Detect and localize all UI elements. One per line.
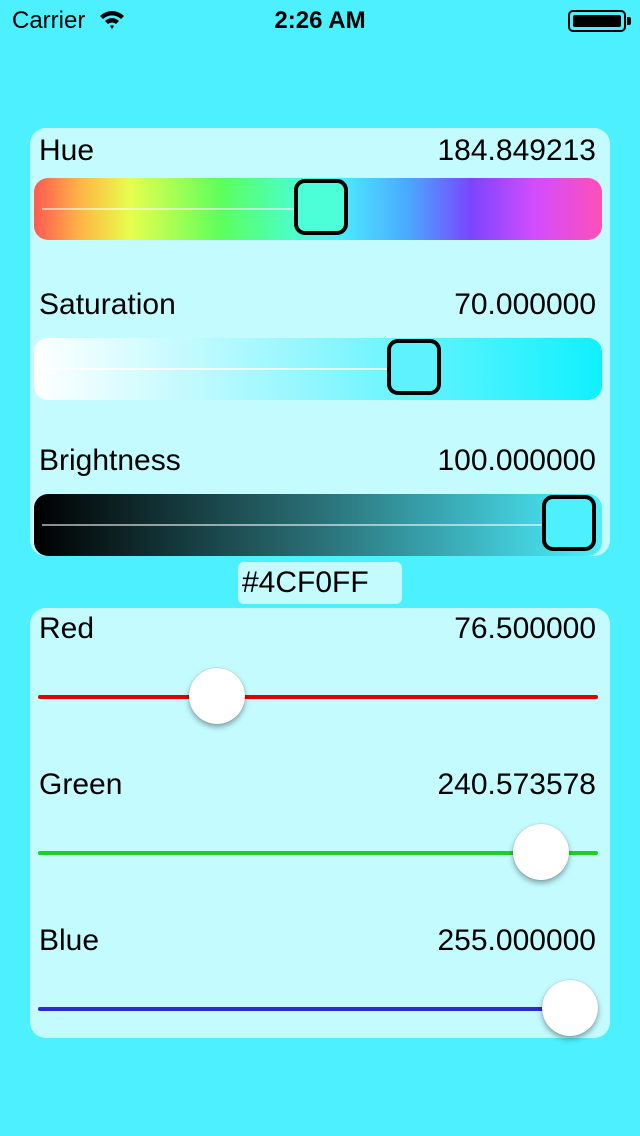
green-label: Green [39, 768, 123, 801]
battery-icon [568, 10, 631, 32]
blue-value: 255.000000 [437, 924, 597, 957]
status-bar: Carrier 2:26 AM [0, 0, 640, 40]
saturation-label: Saturation [39, 288, 176, 321]
green-value: 240.573578 [437, 768, 597, 801]
brightness-slider-thumb[interactable] [542, 495, 596, 551]
hue-value: 184.849213 [437, 134, 597, 167]
hue-slider[interactable] [34, 178, 602, 240]
brightness-value: 100.000000 [437, 444, 597, 477]
hue-slider-line [42, 208, 326, 210]
rgb-panel: Red 76.500000 Green 240.573578 Blue 255.… [30, 608, 610, 1038]
blue-slider-thumb[interactable] [542, 980, 598, 1036]
red-label: Red [39, 612, 95, 645]
saturation-slider[interactable] [34, 338, 602, 400]
hue-label: Hue [39, 134, 95, 167]
red-slider-thumb[interactable] [189, 668, 246, 724]
brightness-label: Brightness [39, 444, 181, 477]
blue-slider[interactable] [38, 1007, 598, 1011]
blue-label: Blue [39, 924, 100, 957]
red-slider[interactable] [38, 695, 598, 699]
brightness-slider-line [42, 524, 572, 526]
saturation-slider-line [42, 368, 420, 370]
red-value: 76.500000 [454, 612, 596, 645]
saturation-value: 70.000000 [454, 288, 596, 321]
hex-color-field[interactable]: #4CF0FF [238, 562, 402, 604]
green-slider-thumb[interactable] [513, 824, 570, 880]
status-time: 2:26 AM [274, 7, 366, 34]
saturation-slider-thumb[interactable] [387, 339, 441, 395]
hue-slider-thumb[interactable] [294, 179, 348, 235]
brightness-slider[interactable] [34, 494, 602, 556]
hsb-panel: Hue 184.849213 Saturation 70.000000 Brig… [30, 128, 610, 556]
